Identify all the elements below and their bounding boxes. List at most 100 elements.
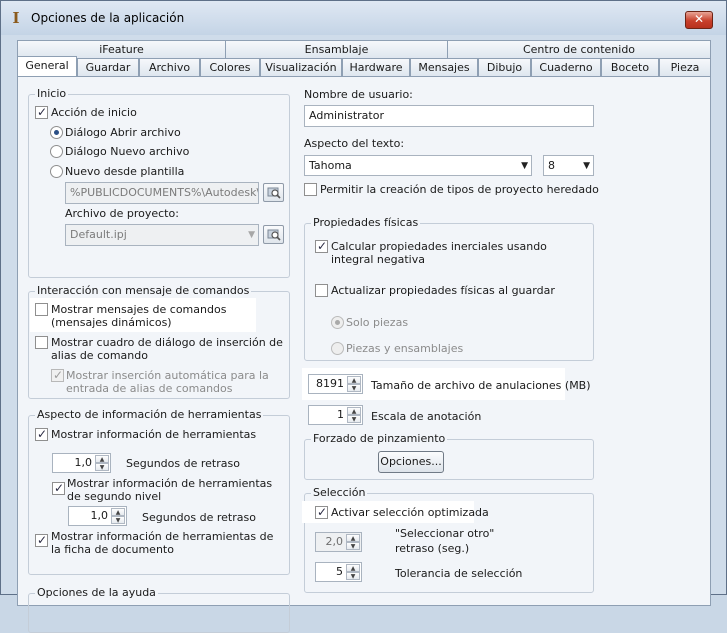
tab-pieza[interactable]: Pieza: [659, 58, 711, 77]
calc-inertial-label: Calcular propiedades inerciales usando i…: [331, 240, 547, 266]
magnifier-icon: [267, 187, 281, 199]
update-on-save-label: Actualizar propiedades físicas al guarda…: [331, 284, 555, 297]
spin-down-icon[interactable]: ▼: [347, 415, 361, 423]
general-tab-panel: Inicio Acción de inicio Diálogo Abrir ar…: [17, 76, 711, 633]
tab-colores[interactable]: Colores: [200, 58, 260, 77]
selection-tolerance-spinner[interactable]: 5 ▲ ▼: [315, 562, 362, 582]
template-path-field[interactable]: %PUBLICDOCUMENTS%\Autodesk\Inv: [65, 182, 259, 204]
project-file-value: Default.ipj: [70, 228, 127, 241]
show-second-level-checkbox[interactable]: [52, 481, 65, 495]
parts-only-radio[interactable]: [331, 316, 344, 329]
project-file-combo[interactable]: Default.ipj ▼: [65, 224, 259, 246]
tab-centro-de-contenido[interactable]: Centro de contenido: [447, 40, 711, 59]
show-alias-checkbox[interactable]: [35, 336, 48, 349]
project-file-label: Archivo de proyecto:: [65, 207, 179, 220]
project-browse-button[interactable]: [263, 225, 284, 244]
annotation-scale-spinner[interactable]: 1 ▲ ▼: [308, 405, 363, 425]
auto-insert-label: Mostrar inserción automática para la ent…: [66, 369, 269, 395]
open-dialog-label: Diálogo Abrir archivo: [65, 126, 181, 139]
parts-assemblies-radio[interactable]: [331, 342, 344, 355]
user-name-label: Nombre de usuario:: [304, 88, 413, 101]
tab-guardar[interactable]: Guardar: [77, 58, 139, 77]
template-browse-button[interactable]: [263, 183, 284, 202]
inventor-app-icon: I: [12, 9, 20, 27]
show-doc-tab-tooltips-label: Mostrar información de herramientas de l…: [51, 530, 274, 556]
tab-ensamblaje[interactable]: Ensamblaje: [225, 40, 448, 59]
selection-tolerance-value: 5: [336, 565, 343, 578]
tab-visualizacion[interactable]: Visualización: [260, 58, 342, 77]
spin-down-icon[interactable]: ▼: [111, 516, 125, 524]
legacy-project-checkbox[interactable]: [304, 183, 317, 196]
tab-archivo[interactable]: Archivo: [139, 58, 200, 77]
new-dialog-label: Diálogo Nuevo archivo: [65, 145, 190, 158]
calc-inertial-checkbox[interactable]: [315, 239, 328, 253]
spin-down-icon[interactable]: ▼: [95, 463, 109, 471]
font-value: Tahoma: [309, 159, 352, 172]
new-dialog-radio[interactable]: [50, 145, 63, 158]
auto-insert-checkbox[interactable]: [51, 368, 64, 382]
from-template-radio[interactable]: [50, 165, 63, 178]
optimized-selection-checkbox[interactable]: [315, 505, 328, 519]
help-options-group: Opciones de la ayuda: [28, 586, 290, 633]
show-doc-tab-tooltips-checkbox[interactable]: [35, 533, 48, 547]
startup-group-label: Inicio: [35, 87, 69, 100]
tab-boceto[interactable]: Boceto: [601, 58, 659, 77]
select-other-delay-value: 2,0: [325, 535, 344, 548]
second-level-delay-spinner[interactable]: 1,0 ▲ ▼: [68, 506, 127, 526]
select-other-delay-spinner[interactable]: 2,0 ▲ ▼: [315, 532, 362, 552]
open-dialog-radio[interactable]: [50, 126, 63, 139]
undo-size-spinner[interactable]: 8191 ▲ ▼: [308, 374, 363, 394]
spin-down-icon[interactable]: ▼: [346, 572, 360, 580]
from-template-label: Nuevo desde plantilla: [65, 165, 185, 178]
show-alias-label: Mostrar cuadro de diálogo de inserción d…: [51, 336, 283, 362]
tooltip-group-label: Aspecto de información de herramientas: [35, 408, 264, 421]
magnifier-icon: [267, 229, 281, 241]
parts-assemblies-label: Piezas y ensamblajes: [346, 342, 464, 355]
grip-snap-options-button[interactable]: Opciones...: [378, 451, 444, 473]
undo-size-label: Tamaño de archivo de anulaciones (MB): [371, 379, 591, 392]
show-second-level-label: Mostrar información de herramientas de s…: [67, 477, 273, 503]
parts-only-label: Solo piezas: [346, 316, 409, 329]
tooltip-delay-spinner[interactable]: 1,0 ▲ ▼: [52, 453, 111, 473]
spin-down-icon[interactable]: ▼: [347, 384, 361, 392]
close-button[interactable]: ✕: [685, 11, 713, 29]
startup-action-label: Acción de inicio: [51, 106, 137, 119]
chevron-down-icon: ▼: [583, 161, 590, 171]
tab-dibujo[interactable]: Dibujo: [478, 58, 531, 77]
show-prompts-label: Mostrar mensajes de comandos (mensajes d…: [51, 303, 227, 329]
chevron-down-icon: ▼: [521, 161, 528, 171]
spin-down-icon[interactable]: ▼: [346, 542, 360, 550]
spin-up-icon[interactable]: ▲: [347, 407, 361, 415]
spin-up-icon[interactable]: ▲: [95, 455, 109, 463]
tab-mensajes[interactable]: Mensajes: [410, 58, 478, 77]
font-size-combo[interactable]: 8 ▼: [543, 155, 594, 176]
font-combo[interactable]: Tahoma ▼: [304, 155, 532, 176]
user-name-input[interactable]: Administrator: [304, 105, 594, 127]
help-options-group-label: Opciones de la ayuda: [35, 586, 158, 599]
selection-tolerance-label: Tolerancia de selección: [395, 567, 523, 580]
show-prompts-checkbox[interactable]: [35, 303, 48, 316]
spin-up-icon[interactable]: ▲: [346, 534, 360, 542]
spin-up-icon[interactable]: ▲: [347, 376, 361, 384]
tab-general[interactable]: General: [17, 56, 77, 76]
legacy-project-label: Permitir la creación de tipos de proyect…: [320, 183, 599, 196]
show-tooltips-label: Mostrar información de herramientas: [51, 428, 257, 441]
tab-hardware[interactable]: Hardware: [342, 58, 410, 77]
show-tooltips-checkbox[interactable]: [35, 427, 48, 441]
update-on-save-checkbox[interactable]: [315, 284, 328, 297]
second-level-delay-label: Segundos de retraso: [142, 511, 256, 524]
title-bar[interactable]: I Opciones de la aplicación ✕: [1, 1, 726, 35]
annotation-scale-label: Escala de anotación: [371, 410, 482, 423]
tooltip-delay-value: 1,0: [74, 456, 93, 469]
annotation-scale-value: 1: [337, 408, 344, 421]
command-prompt-group-label: Interacción con mensaje de comandos: [35, 284, 252, 297]
select-other-delay-label-2: retraso (seg.): [395, 542, 470, 555]
window-title: Opciones de la aplicación: [31, 11, 185, 25]
application-options-window: I Opciones de la aplicación ✕ iFeature E…: [0, 0, 727, 633]
tab-cuaderno[interactable]: Cuaderno: [531, 58, 601, 77]
physical-properties-group-label: Propiedades físicas: [311, 216, 421, 229]
spin-up-icon[interactable]: ▲: [346, 564, 360, 572]
selection-group-label: Selección: [311, 486, 368, 499]
startup-action-checkbox[interactable]: [35, 105, 48, 119]
spin-up-icon[interactable]: ▲: [111, 508, 125, 516]
